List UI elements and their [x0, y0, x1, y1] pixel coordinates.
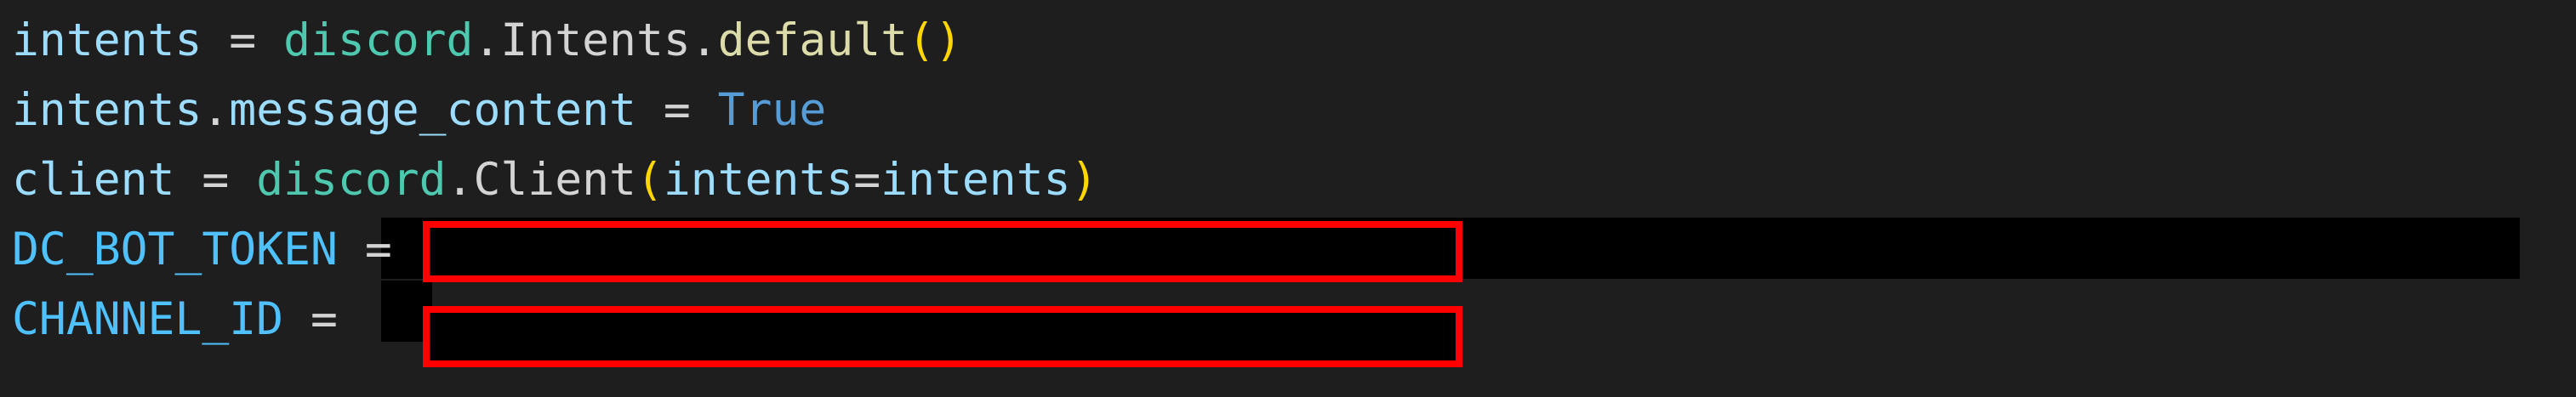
code-token: intents — [881, 154, 1071, 206]
code-line-2[interactable]: intents.message_content = True — [12, 76, 826, 145]
code-line-4[interactable]: DC_BOT_TOKEN = — [12, 215, 419, 285]
code-token: Client — [473, 154, 636, 206]
code-token: . — [473, 14, 501, 66]
code-token: = — [283, 293, 365, 345]
code-line-1[interactable]: intents = discord.Intents.default() — [12, 6, 962, 76]
code-token: Intents — [500, 14, 691, 66]
code-token: = — [202, 14, 284, 66]
code-line-5[interactable]: CHANNEL_ID = — [12, 285, 365, 354]
code-token: intents — [663, 154, 854, 206]
code-token: ( — [635, 154, 664, 206]
redacted-channel-id-highlight — [423, 306, 1462, 367]
code-token: = — [337, 224, 419, 275]
code-token: ) — [1070, 154, 1098, 206]
code-token: () — [908, 14, 962, 66]
code-token: message_content — [229, 84, 636, 136]
code-token: client — [12, 154, 175, 206]
code-token: CHANNEL_ID — [12, 293, 284, 345]
code-token: = — [635, 84, 718, 136]
redacted-token-highlight — [423, 221, 1462, 282]
code-line-3[interactable]: client = discord.Client(intents=intents) — [12, 145, 1097, 215]
code-token: intents — [12, 84, 202, 136]
code-editor[interactable]: intents = discord.Intents.default() inte… — [0, 0, 2576, 397]
code-token: DC_BOT_TOKEN — [12, 224, 338, 275]
code-token: = — [853, 154, 881, 206]
code-token: discord — [283, 14, 474, 66]
code-token: True — [717, 84, 827, 136]
code-token: . — [202, 84, 230, 136]
code-token: . — [690, 14, 718, 66]
code-token: . — [446, 154, 474, 206]
code-token: intents — [12, 14, 202, 66]
code-token: discord — [256, 154, 447, 206]
code-token: default — [717, 14, 909, 66]
code-token: = — [174, 154, 257, 206]
